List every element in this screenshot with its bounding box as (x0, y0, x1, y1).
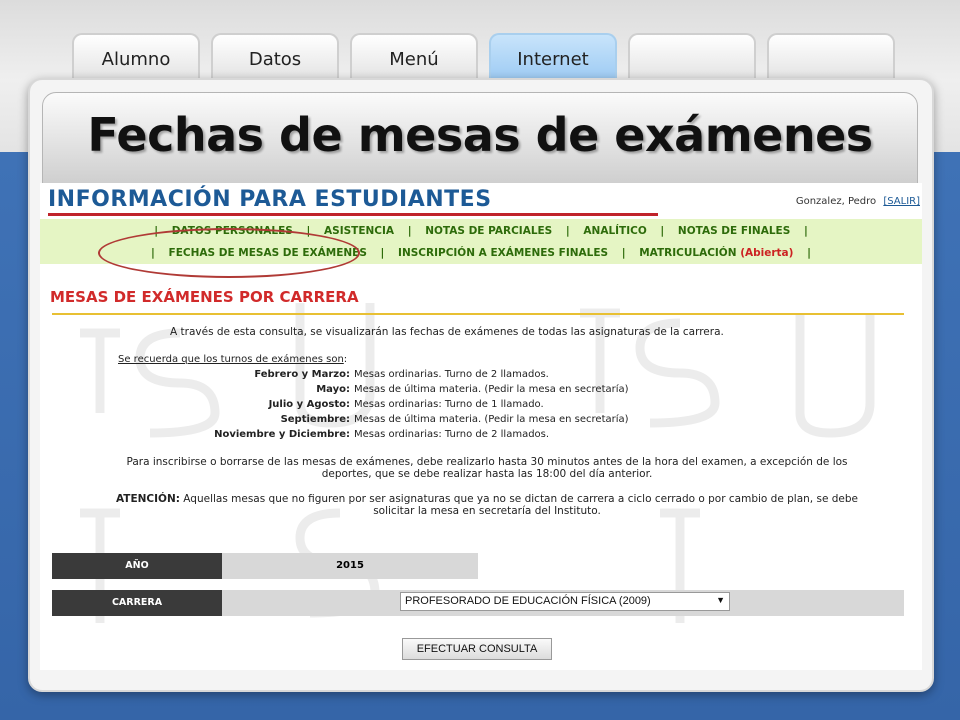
section-divider (52, 313, 904, 315)
turn-label: Febrero y Marzo: (254, 369, 350, 380)
tab-datos[interactable]: Datos (211, 33, 339, 81)
turn-label: Julio y Agosto: (268, 399, 350, 410)
attention-text: Aquellas mesas que no figuren por ser as… (183, 493, 858, 505)
nav-inscripcion-finales[interactable]: INSCRIPCIÓN A EXÁMENES FINALES (398, 247, 608, 259)
nav-notas-parciales[interactable]: NOTAS DE PARCIALES (425, 225, 552, 237)
reminder-text: Se recuerda que los turnos de exámenes s… (118, 354, 344, 365)
reminder-line: Se recuerda que los turnos de exámenes s… (118, 354, 347, 365)
enrollment-note: Para inscribirse o borrarse de las mesas… (62, 456, 912, 480)
matriculacion-status: (Abierta) (740, 247, 794, 259)
career-field: PROFESORADO DE EDUCACIÓN FÍSICA (2009) ▼ (222, 590, 904, 616)
page-title: Fechas de mesas de exámenes (87, 108, 873, 162)
career-select-value: PROFESORADO DE EDUCACIÓN FÍSICA (2009) (405, 595, 651, 607)
submit-query-button[interactable]: EFECTUAR CONSULTA (402, 638, 552, 660)
nav-separator: | (407, 225, 412, 237)
nav-notas-finales[interactable]: NOTAS DE FINALES (678, 225, 790, 237)
tab-alumno[interactable]: Alumno (72, 33, 200, 81)
attention-line-2: solicitar la mesa en secretaría del Inst… (373, 505, 601, 517)
nav-separator: | (803, 225, 808, 237)
nav-separator: | (660, 225, 665, 237)
nav-analitico[interactable]: ANALÍTICO (583, 225, 646, 237)
year-label: AÑO (52, 553, 222, 579)
reminder-colon: : (343, 354, 348, 365)
career-select[interactable]: PROFESORADO DE EDUCACIÓN FÍSICA (2009) ▼ (400, 592, 730, 611)
turn-value: Mesas ordinarias: Turno de 1 llamado. (354, 399, 544, 410)
note-line-1: Para inscribirse o borrarse de las mesas… (126, 456, 848, 468)
user-name: Gonzalez, Pedro (795, 196, 877, 207)
turn-value: Mesas de última materia. (Pedir la mesa … (354, 384, 629, 395)
nav-separator: | (621, 247, 626, 259)
tab-empty-2[interactable] (767, 33, 895, 81)
tab-empty-1[interactable] (628, 33, 756, 81)
highlight-circle (98, 228, 360, 278)
tab-menu[interactable]: Menú (350, 33, 478, 81)
intro-text: A través de esta consulta, se visualizar… (170, 326, 724, 338)
tab-internet[interactable]: Internet (489, 33, 617, 81)
turn-label: Noviembre y Diciembre: (214, 429, 350, 440)
section-title: MESAS DE EXÁMENES POR CARRERA (50, 288, 359, 306)
turn-label: Mayo: (316, 384, 350, 395)
nav-asistencia[interactable]: ASISTENCIA (324, 225, 394, 237)
career-row: CARRERA PROFESORADO DE EDUCACIÓN FÍSICA … (52, 590, 904, 616)
note-line-2: deportes, que se debe realizar hasta las… (321, 468, 653, 480)
turn-value: Mesas ordinarias: Turno de 2 llamados. (354, 429, 550, 440)
nav-separator: | (807, 247, 811, 259)
logout-link[interactable]: [SALIR] (883, 196, 920, 207)
attention-label: ATENCIÓN: (115, 493, 180, 505)
attention-line-1: ATENCIÓN: Aquellas mesas que no figuren … (62, 493, 912, 505)
nav-matriculacion[interactable]: MATRICULACIÓN (639, 247, 736, 259)
turn-value: Mesas ordinarias. Turno de 2 llamados. (354, 369, 549, 380)
turn-label: Septiembre: (280, 414, 350, 425)
dropdown-arrow-icon: ▼ (716, 595, 725, 605)
turn-value: Mesas de última materia. (Pedir la mesa … (354, 414, 629, 425)
user-info: Gonzalez, Pedro [SALIR] (796, 196, 920, 207)
nav-separator: | (565, 225, 570, 237)
nav-separator: | (380, 247, 385, 259)
portal-title: INFORMACIÓN PARA ESTUDIANTES (48, 187, 492, 212)
year-row: AÑO 2015 (52, 553, 478, 579)
portal-title-underline (48, 213, 658, 216)
year-value[interactable]: 2015 (222, 553, 478, 579)
career-label: CARRERA (52, 590, 222, 616)
attention-note: ATENCIÓN: Aquellas mesas que no figuren … (62, 493, 912, 517)
student-portal-screenshot: INFORMACIÓN PARA ESTUDIANTES Gonzalez, P… (40, 183, 922, 670)
